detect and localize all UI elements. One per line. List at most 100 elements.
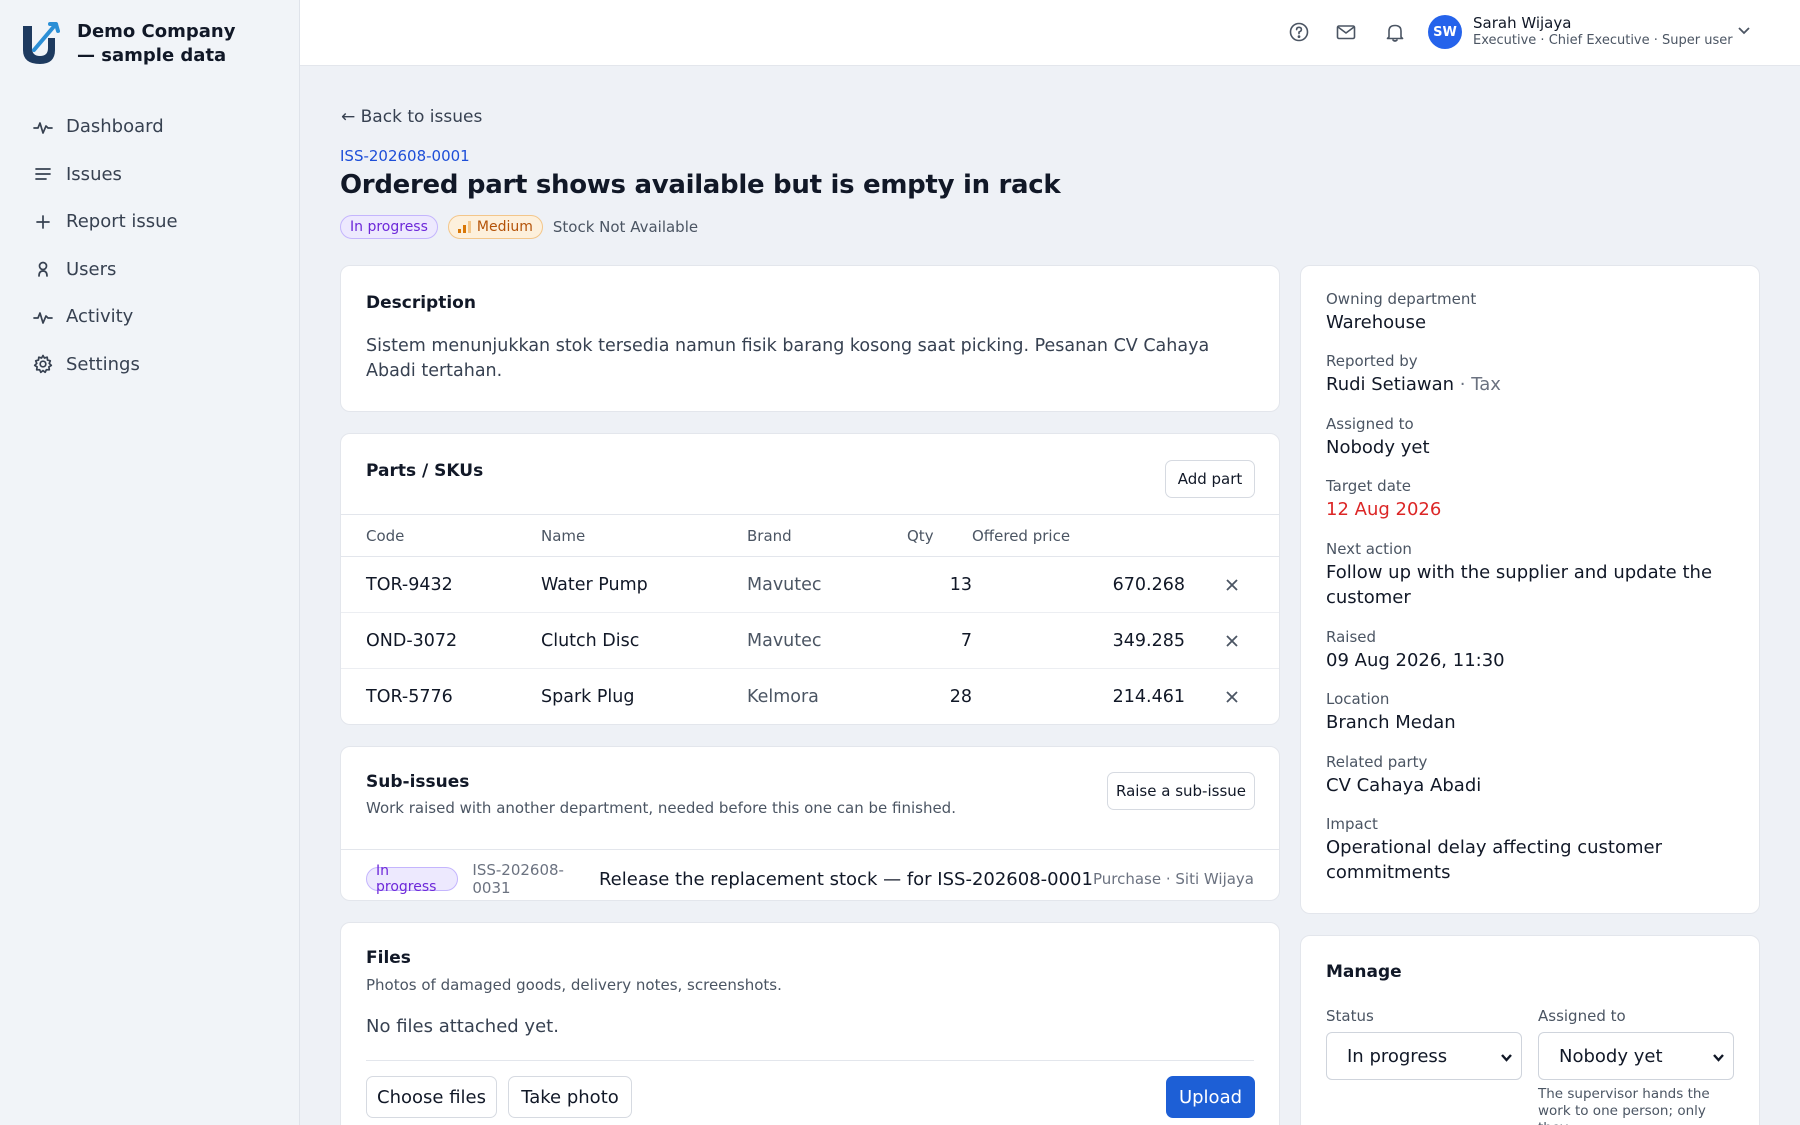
sidebar-item-users[interactable]: Users (33, 246, 178, 294)
issue-id: ISS-202608-0001 (340, 147, 470, 165)
close-icon[interactable] (1225, 578, 1239, 592)
part-code: TOR-5776 (366, 686, 453, 707)
list-icon (35, 168, 51, 181)
part-qty: 13 (907, 556, 972, 613)
close-icon[interactable] (1225, 690, 1239, 704)
bell-icon[interactable] (1384, 21, 1406, 43)
manage-card: Manage Status In progress Assigned to No… (1300, 935, 1760, 1125)
topbar: SW Sarah Wijaya Executive · Chief Execut… (300, 0, 1800, 66)
priority-label: Medium (476, 219, 533, 235)
close-icon[interactable] (1225, 634, 1239, 648)
sidebar-item-report-issue[interactable]: Report issue (33, 198, 178, 246)
subissues-title: Sub-issues (366, 772, 470, 792)
signal-bars-icon (457, 221, 471, 233)
part-price: 349.285 (972, 612, 1185, 669)
sidebar-item-settings[interactable]: Settings (33, 341, 178, 389)
status-select[interactable]: In progress (1326, 1032, 1522, 1080)
mail-icon[interactable] (1335, 21, 1357, 43)
sidebar-nav: Dashboard Issues Report issue Users Acti… (33, 103, 178, 388)
location: Location Branch Medan (1326, 690, 1456, 735)
table-row: OND-3072 Clutch Disc Mavutec 7 349.285 (341, 612, 1279, 669)
choose-files-button[interactable]: Choose files (366, 1076, 497, 1118)
plus-icon (36, 214, 50, 229)
sidebar-item-label: Settings (66, 353, 140, 375)
user-role: Executive · Chief Executive · Super user (1473, 33, 1733, 48)
subissue-status-badge: In progress (366, 863, 459, 895)
status-select-value: In progress (1347, 1045, 1448, 1067)
sidebar-item-label: Users (66, 258, 117, 280)
add-part-button[interactable]: Add part (1165, 460, 1255, 498)
part-brand: Kelmora (747, 686, 819, 707)
details-card: Owning department Warehouse Reported by … (1300, 265, 1760, 914)
company-name: Demo Company — sample data (77, 21, 236, 66)
page-title: Ordered part shows available but is empt… (340, 170, 1061, 200)
sidebar-item-dashboard[interactable]: Dashboard (33, 103, 178, 151)
user-icon (38, 261, 48, 278)
sidebar-item-label: Activity (66, 306, 134, 328)
chevron-down-icon (1713, 1054, 1724, 1062)
files-title: Files (366, 948, 411, 968)
column-header (1185, 514, 1279, 557)
remove-part-button[interactable] (1185, 669, 1279, 725)
take-photo-button[interactable]: Take photo (508, 1076, 632, 1118)
part-name: Water Pump (541, 556, 747, 613)
subissue-title[interactable]: Release the replacement stock — for ISS-… (599, 869, 1093, 890)
back-link[interactable]: ← Back to issues (341, 107, 482, 127)
part-price: 214.461 (1112, 686, 1185, 707)
subissue-row[interactable]: In progress ISS-202608-0031 Release the … (366, 861, 1254, 897)
help-icon[interactable] (1288, 21, 1310, 43)
priority-badge: Medium (447, 215, 543, 239)
brand[interactable]: Demo Company — sample data (20, 20, 257, 68)
field-value: Branch Medan (1326, 712, 1456, 733)
sidebar-item-label: Report issue (66, 211, 178, 233)
avatar[interactable]: SW (1428, 15, 1462, 49)
impact: Impact Operational delay affecting custo… (1326, 815, 1686, 885)
reported-by: Reported by Rudi Setiawan · Tax (1326, 352, 1501, 397)
field-value: 12 Aug 2026 (1326, 499, 1442, 520)
part-name: Clutch Disc (541, 612, 747, 669)
field-value: CV Cahaya Abadi (1326, 775, 1482, 796)
next-action: Next action Follow up with the supplier … (1326, 540, 1726, 610)
column-header: Qty (907, 514, 972, 557)
sidebar-item-activity[interactable]: Activity (33, 293, 178, 341)
field-label: Related party (1326, 753, 1428, 771)
field-value: Rudi Setiawan · Tax (1326, 372, 1501, 397)
field-label: Next action (1326, 540, 1412, 558)
subissues-subtitle: Work raised with another department, nee… (366, 799, 956, 817)
field-label: Owning department (1326, 290, 1477, 308)
chevron-down-icon[interactable] (1736, 22, 1752, 38)
assignee-select[interactable]: Nobody yet (1538, 1032, 1734, 1080)
category-label: Stock Not Available (552, 218, 699, 236)
parts-table: Code Name Brand Qty Offered price TOR-94… (341, 514, 1279, 725)
table-row: TOR-9432 Water Pump Mavutec 13 670.268 (341, 556, 1279, 613)
divider (341, 849, 1279, 850)
reporter-department: · Tax (1459, 374, 1501, 395)
description-card: Description Sistem menunjukkan stok ters… (340, 265, 1280, 412)
table-row: TOR-5776 Spark Plug Kelmora 28 214.461 (341, 669, 1279, 725)
issue-badges: In progress Medium Stock Not Available (340, 215, 698, 239)
part-name: Spark Plug (541, 686, 635, 707)
field-value: Operational delay affecting customer com… (1326, 837, 1663, 883)
status-label: Status (1326, 1007, 1374, 1025)
parts-title: Parts / SKUs (366, 461, 484, 481)
field-label: Location (1326, 690, 1390, 708)
sidebar-item-issues[interactable]: Issues (33, 151, 178, 199)
field-label: Reported by (1326, 352, 1418, 370)
remove-part-button[interactable] (1185, 612, 1279, 669)
pulse-icon (33, 121, 53, 134)
field-label: Raised (1326, 628, 1377, 646)
files-card: Files Photos of damaged goods, delivery … (340, 922, 1280, 1125)
field-value: Nobody yet (1326, 437, 1430, 458)
raise-subissue-button[interactable]: Raise a sub-issue (1107, 772, 1255, 810)
assigned-label: Assigned to (1538, 1007, 1626, 1025)
subissue-meta: Purchase · Siti Wijaya (1092, 870, 1254, 888)
user-name[interactable]: Sarah Wijaya (1473, 14, 1571, 32)
upload-button[interactable]: Upload (1166, 1076, 1255, 1118)
gear-icon (33, 354, 53, 374)
field-value: Warehouse (1326, 312, 1427, 333)
files-empty-text: No files attached yet. (366, 1016, 559, 1037)
remove-part-button[interactable] (1185, 556, 1279, 613)
reporter-name: Rudi Setiawan (1326, 374, 1455, 395)
owning-department: Owning department Warehouse (1326, 290, 1476, 335)
part-code: TOR-9432 (341, 556, 541, 613)
